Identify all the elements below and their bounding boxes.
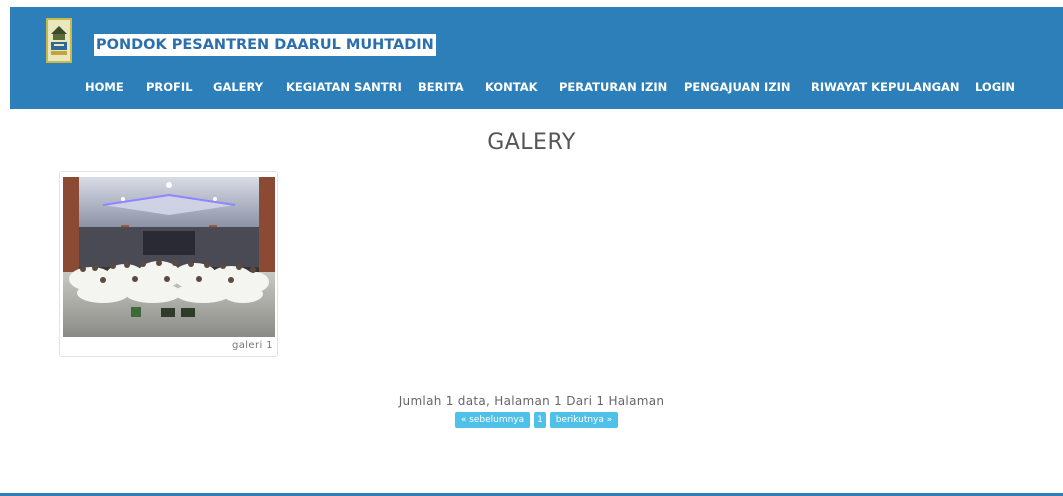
- prev-page-button[interactable]: « sebelumnya: [455, 412, 530, 428]
- gallery-caption: galeri 1: [231, 340, 273, 351]
- school-logo[interactable]: [46, 18, 72, 63]
- page-title: GALERY: [487, 130, 576, 155]
- nav-profil[interactable]: PROFIL: [146, 76, 193, 98]
- page-1-button[interactable]: 1: [534, 412, 546, 428]
- main-nav: HOME PROFIL GALERY KEGIATAN SANTRI BERIT…: [10, 76, 1063, 98]
- gallery-item[interactable]: galeri 1: [59, 171, 278, 357]
- nav-login[interactable]: LOGIN: [975, 76, 1015, 98]
- next-page-button[interactable]: berikutnya »: [550, 412, 618, 428]
- nav-kontak[interactable]: KONTAK: [485, 76, 538, 98]
- nav-berita[interactable]: BERITA: [418, 76, 464, 98]
- nav-peraturan-izin[interactable]: PERATURAN IZIN: [559, 76, 667, 98]
- nav-riwayat-kepulangan[interactable]: RIWAYAT KEPULANGAN: [811, 76, 960, 98]
- nav-pengajuan-izin[interactable]: PENGAJUAN IZIN: [684, 76, 791, 98]
- nav-home[interactable]: HOME: [85, 76, 124, 98]
- site-name[interactable]: PONDOK PESANTREN DAARUL MUHTADIN: [94, 34, 436, 56]
- nav-kegiatan-santri[interactable]: KEGIATAN SANTRI: [286, 76, 402, 98]
- gallery-photo[interactable]: [63, 177, 275, 337]
- pagination-summary: Jumlah 1 data, Halaman 1 Dari 1 Halaman: [398, 394, 665, 408]
- nav-galery[interactable]: GALERY: [213, 76, 263, 98]
- site-header: PONDOK PESANTREN DAARUL MUHTADIN HOME PR…: [10, 7, 1063, 109]
